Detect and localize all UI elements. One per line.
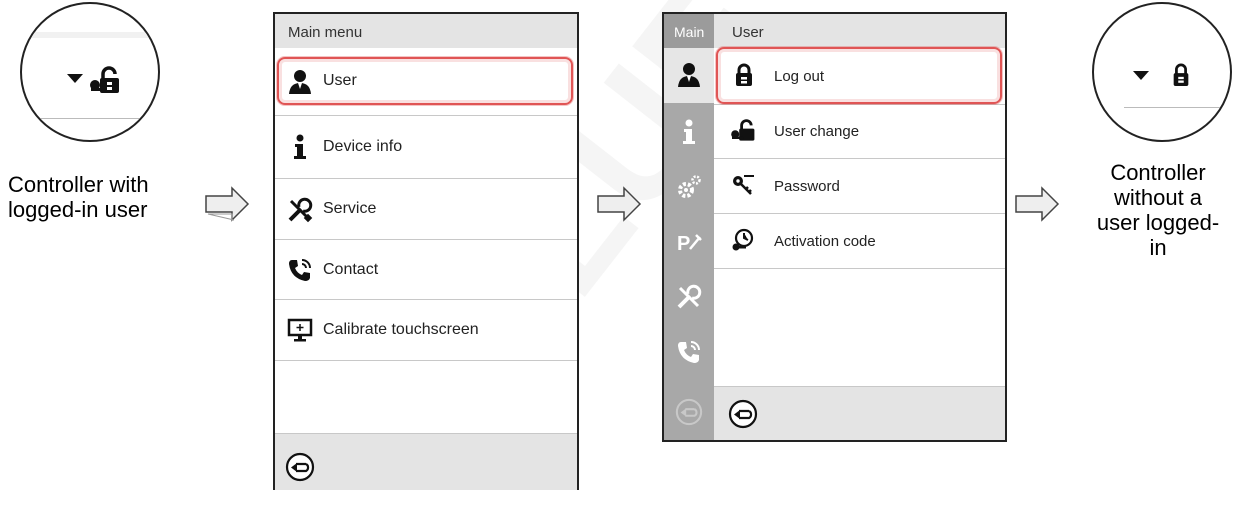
program-icon: P [677, 233, 702, 255]
menu-item-label: Activation code [774, 233, 876, 250]
info-icon [683, 119, 695, 144]
sidebar-item-info[interactable] [664, 103, 714, 158]
breadcrumb-root[interactable]: Main [664, 14, 714, 48]
user-menu-header: User [714, 14, 1005, 48]
menu-item-contact[interactable]: Contact [275, 240, 577, 300]
page-title: User [732, 24, 764, 41]
caption-logged-out: Controller without a user logged- in [1096, 160, 1220, 260]
menu-item-label: Calibrate touchscreen [323, 321, 479, 338]
arrow-right-icon [597, 186, 642, 222]
breadcrumb-root-label: Main [674, 24, 705, 40]
menu-item-device-info[interactable]: Device info [275, 116, 577, 179]
sidebar-item-user[interactable] [664, 48, 714, 103]
menu-item-activation-code[interactable]: Activation code [714, 214, 1005, 269]
back-icon [675, 398, 703, 426]
dropdown-arrow-icon [67, 74, 83, 83]
back-icon[interactable] [285, 452, 315, 482]
back-icon[interactable] [728, 399, 758, 429]
controller-zoom-logged-out [1092, 2, 1232, 142]
menu-item-calibrate-touchscreen[interactable]: Calibrate touchscreen [275, 300, 577, 361]
svg-text:P: P [677, 233, 690, 255]
sidebar-item-settings[interactable] [664, 158, 714, 213]
lock-icon [1173, 63, 1189, 86]
touchscreen-icon [287, 318, 313, 342]
arrow-right-icon [205, 186, 250, 222]
footer-bar [275, 433, 577, 490]
sidebar-item-program[interactable]: P [664, 213, 714, 268]
arrow-right-icon [1015, 186, 1060, 222]
sidebar: Main P [664, 14, 714, 440]
page-title: Main menu [288, 24, 363, 41]
settings-icon [678, 175, 701, 198]
menu-item-password[interactable]: Password [714, 159, 1005, 214]
menu-item-label: Password [774, 178, 840, 195]
selection-highlight [277, 57, 573, 105]
user-icon [678, 63, 700, 87]
phone-icon [678, 341, 700, 363]
phone-icon [289, 259, 311, 281]
tools-icon [288, 197, 313, 223]
tools-icon [677, 284, 702, 309]
menu-item-label: Contact [323, 261, 379, 278]
info-icon [294, 134, 306, 159]
menu-item-label: Service [323, 200, 377, 217]
controller-zoom-logged-in [20, 2, 160, 142]
caption-logged-in: Controller with logged-in user [8, 172, 149, 222]
sidebar-item-service[interactable] [664, 268, 714, 323]
user-key-icon [90, 66, 119, 93]
user-key-icon [731, 119, 755, 141]
sidebar-item-contact[interactable] [664, 323, 714, 378]
main-menu-header: Main menu [275, 14, 577, 48]
menu-item-user-change[interactable]: User change [714, 105, 1005, 159]
menu-item-service[interactable]: Service [275, 179, 577, 240]
menu-item-label: User change [774, 123, 860, 140]
key-icon [733, 175, 754, 195]
menu-item-label: Device info [323, 138, 403, 155]
dropdown-arrow-icon [1133, 71, 1149, 80]
activation-icon [732, 228, 754, 251]
footer-bar [714, 386, 1005, 440]
selection-highlight [716, 47, 1002, 104]
